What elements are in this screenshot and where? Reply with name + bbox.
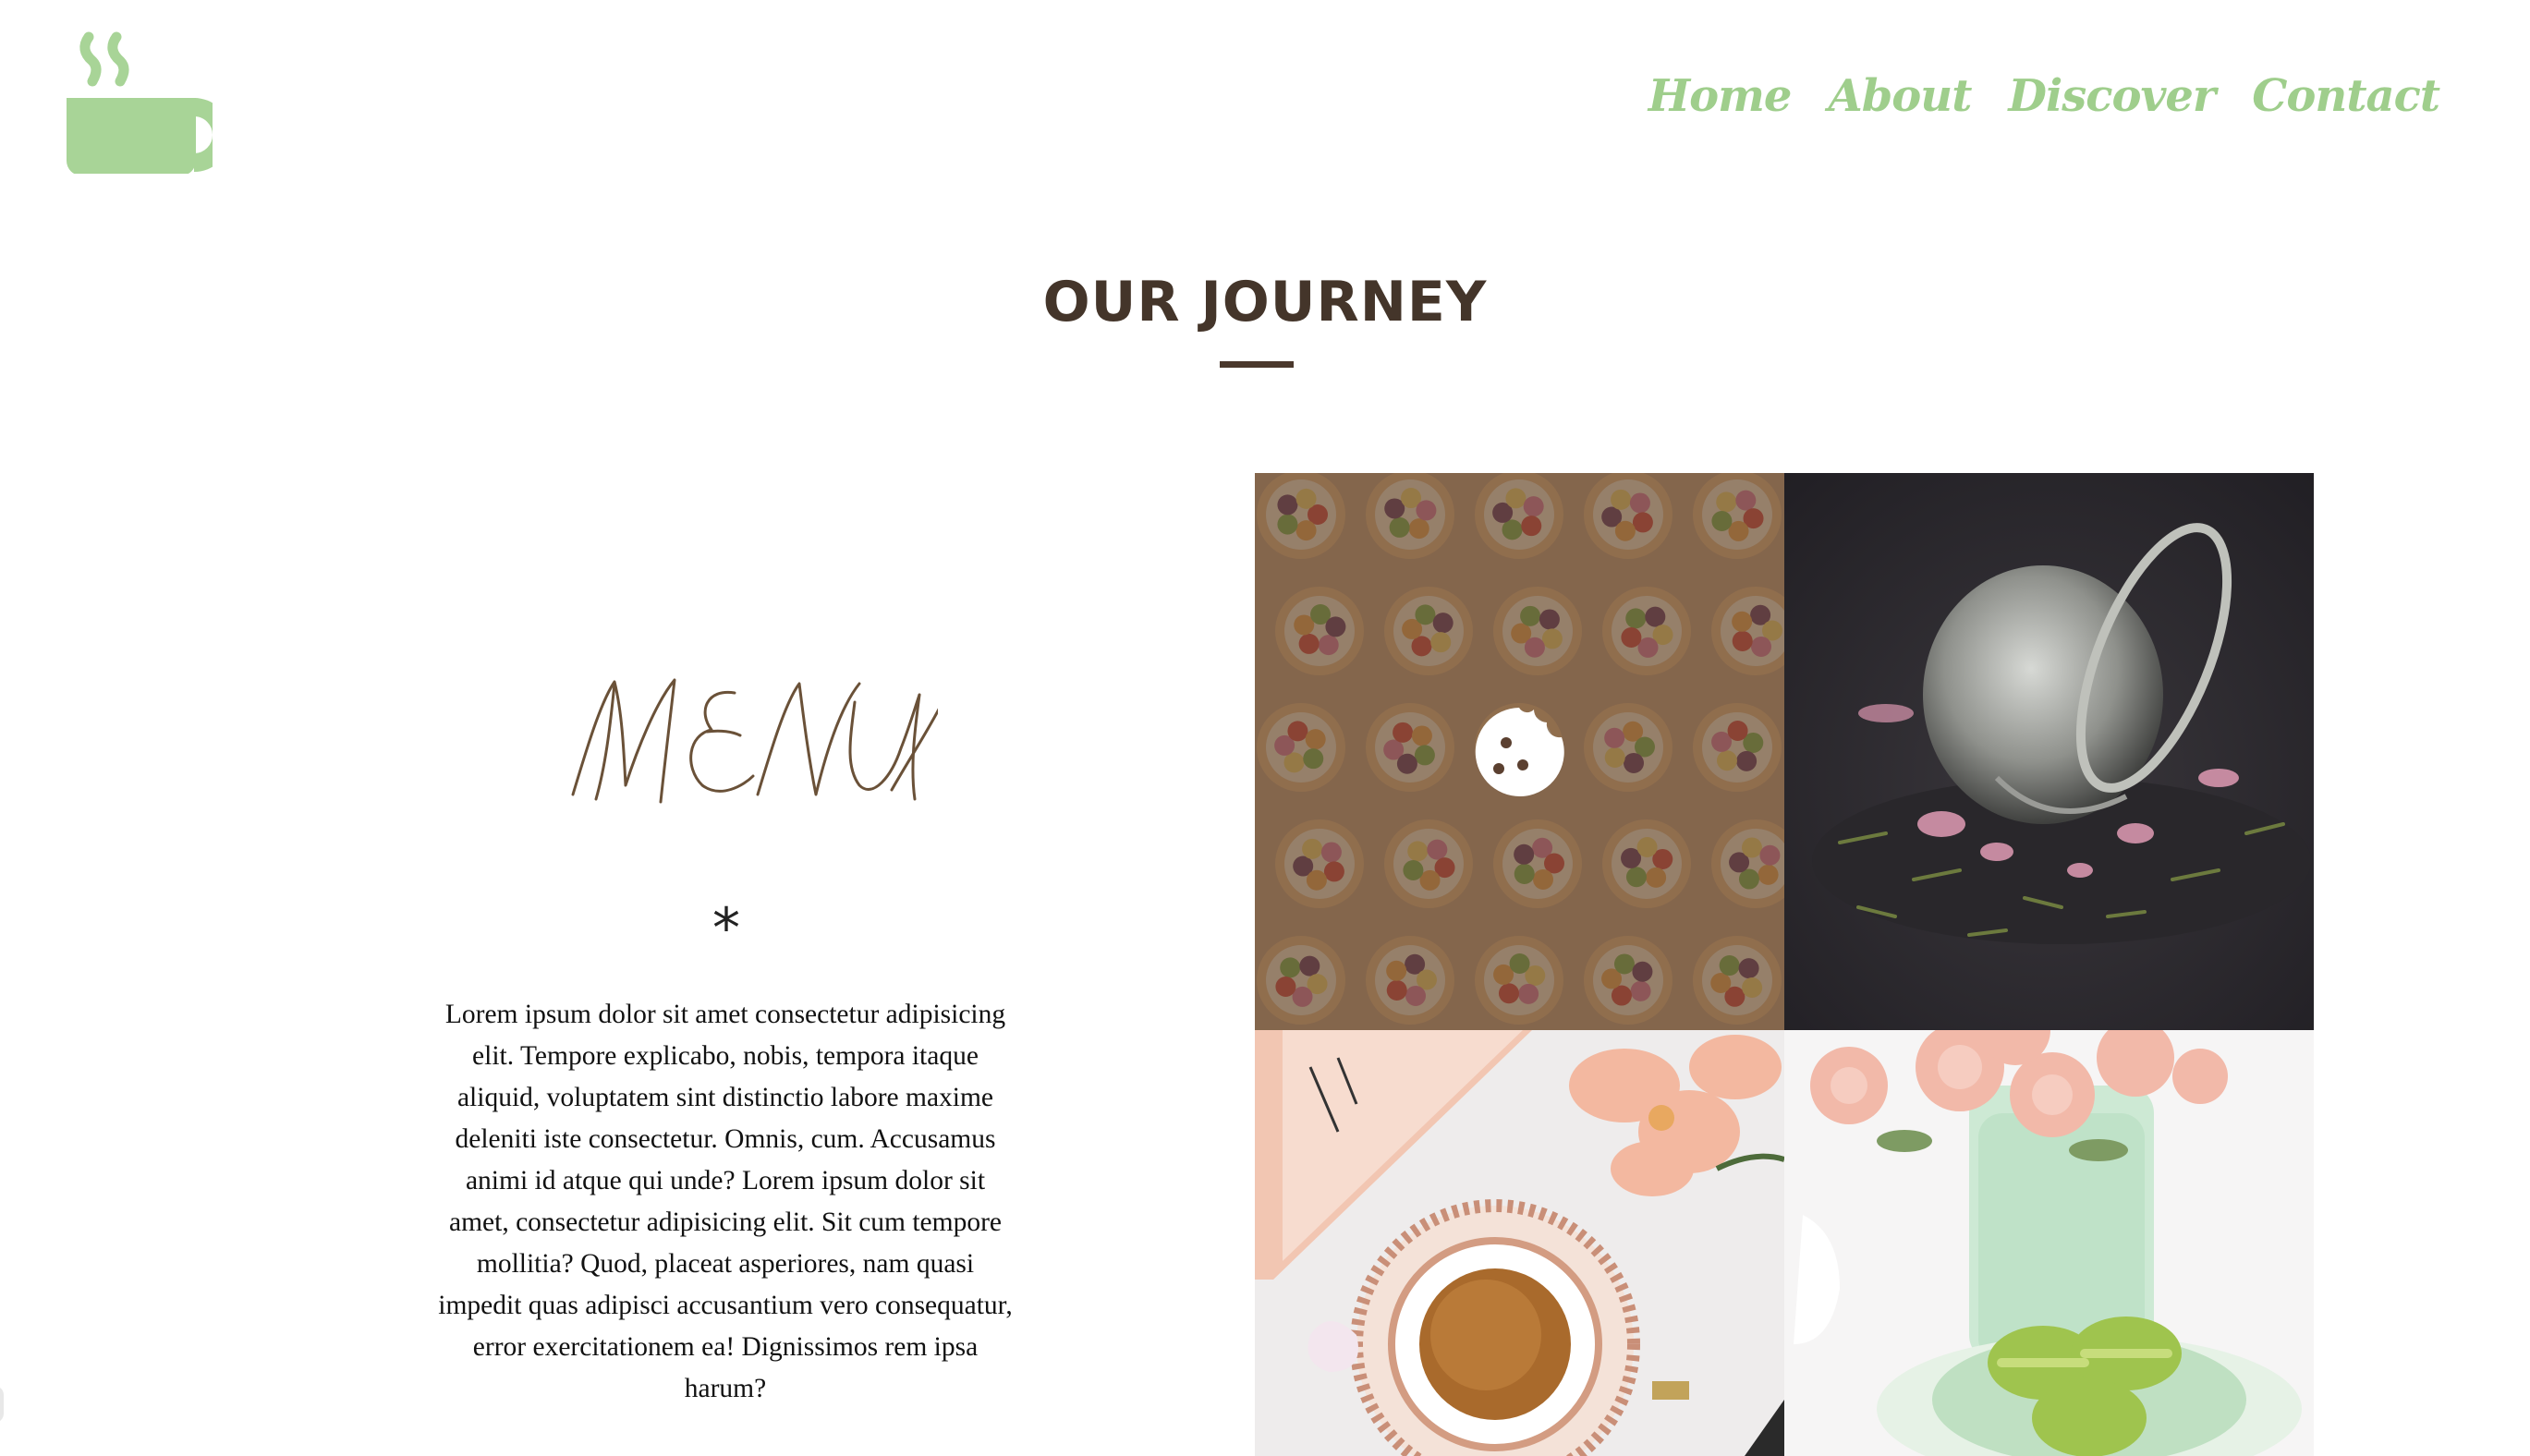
divider-asterisk: * <box>712 896 740 961</box>
menu-description: Lorem ipsum dolor sit amet consectetur a… <box>438 1000 1013 1403</box>
photo-gallery <box>1255 473 2314 1456</box>
nav-about-link[interactable]: About <box>1828 70 1972 122</box>
nav-home-link[interactable]: Home <box>1648 70 1793 122</box>
gallery-tile-tea-cup[interactable] <box>1255 1030 1784 1456</box>
gallery-tile-macarons[interactable] <box>1784 1030 2314 1456</box>
nav-contact-link[interactable]: Contact <box>2252 70 2440 122</box>
main-nav: Home About Discover Contact <box>1648 70 2440 122</box>
gallery-tile-tarts[interactable] <box>1255 473 1784 1030</box>
gallery-tile-tea-infuser[interactable] <box>1784 473 2314 1030</box>
title-underline <box>1220 361 1294 368</box>
logo-coffee-cup-icon[interactable] <box>55 26 231 176</box>
menu-heading <box>522 647 944 831</box>
section-title: OUR JOURNEY <box>1042 270 1488 334</box>
side-scroll-handle[interactable] <box>0 1386 4 1423</box>
nav-discover-link[interactable]: Discover <box>2008 70 2216 122</box>
